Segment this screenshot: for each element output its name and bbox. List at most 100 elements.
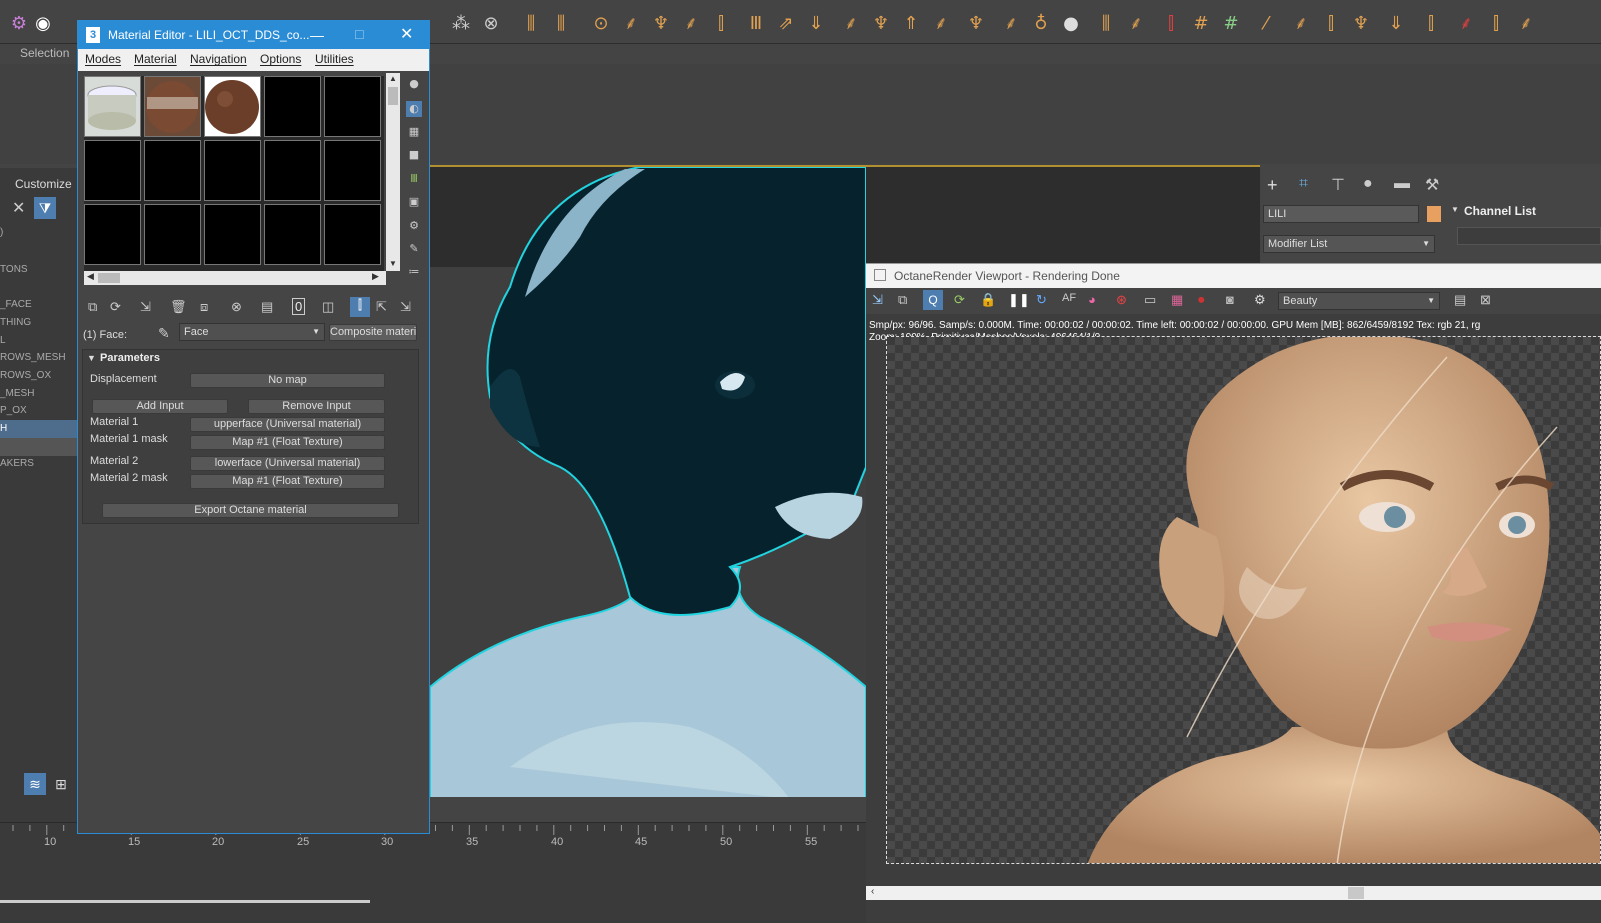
- hair-tool-icon[interactable]: ⸙: [680, 12, 702, 36]
- restart-icon[interactable]: ⟳: [954, 292, 965, 308]
- scroll-left-icon[interactable]: ◀: [87, 271, 94, 282]
- minimize-icon[interactable]: —: [310, 21, 324, 49]
- rollout-title[interactable]: Parameters: [100, 352, 160, 364]
- sample-slot[interactable]: [84, 204, 141, 265]
- sample-slot[interactable]: [324, 140, 381, 201]
- hair-tool-icon[interactable]: ♆: [870, 12, 892, 36]
- material-1-mask-button[interactable]: Map #1 (Float Texture): [190, 435, 385, 450]
- clay-mode-icon[interactable]: ⊛: [1116, 292, 1127, 308]
- object-name-field[interactable]: LILI: [1263, 205, 1419, 223]
- clipboard-icon[interactable]: ⧉: [898, 292, 907, 308]
- background-icon[interactable]: ▦: [406, 124, 422, 140]
- motion-icon[interactable]: ●: [1363, 175, 1373, 193]
- material-name-dropdown[interactable]: Face ▼: [179, 323, 325, 341]
- lock-icon[interactable]: 🔒: [980, 292, 996, 308]
- add-input-button[interactable]: Add Input: [92, 399, 228, 414]
- sample-slot[interactable]: [204, 140, 261, 201]
- sample-slot[interactable]: [144, 204, 201, 265]
- hair-tool-icon[interactable]: ⸙: [1125, 12, 1147, 36]
- hierarchy-tab-icon[interactable]: ⊤: [1331, 175, 1345, 195]
- scroll-thumb[interactable]: [98, 273, 120, 283]
- refresh-icon[interactable]: ↻: [1036, 292, 1047, 308]
- material-2-button[interactable]: lowerface (Universal material): [190, 456, 385, 471]
- menu-navigation[interactable]: Navigation: [190, 52, 247, 66]
- film-icon[interactable]: ▦: [1171, 292, 1183, 308]
- settings-icon[interactable]: ⚙: [1254, 292, 1266, 308]
- hair-tool-icon[interactable]: ♆: [965, 12, 987, 36]
- save-image-icon[interactable]: ⇲: [872, 292, 883, 308]
- backlight-icon[interactable]: ◐: [406, 101, 422, 117]
- pause-icon[interactable]: ❚❚: [1008, 292, 1030, 308]
- list-item[interactable]: AKERS: [0, 455, 78, 473]
- channel-list-box[interactable]: [1457, 227, 1601, 245]
- hair-tool-icon[interactable]: ⸙: [1000, 12, 1022, 36]
- material-2-mask-button[interactable]: Map #1 (Float Texture): [190, 474, 385, 489]
- scroll-left-icon[interactable]: ‹: [871, 886, 874, 897]
- close-icon[interactable]: ✕: [400, 21, 413, 49]
- hair-tool-icon[interactable]: ⫿: [1420, 12, 1442, 36]
- object-color-swatch[interactable]: [1427, 206, 1441, 222]
- export-octane-material-button[interactable]: Export Octane material: [102, 503, 399, 518]
- hair-tool-icon[interactable]: ⫼: [550, 12, 572, 36]
- hair-tool-icon[interactable]: ♆: [1350, 12, 1372, 36]
- list-item[interactable]: [0, 438, 78, 456]
- sample-slot[interactable]: [264, 76, 321, 137]
- hair-tool-icon[interactable]: ⫿: [1485, 12, 1507, 36]
- hierarchy-icon[interactable]: ⊞: [50, 773, 72, 795]
- video-color-check-icon[interactable]: Ⅲ: [406, 171, 422, 187]
- modifier-list-dropdown[interactable]: Modifier List ▼: [1263, 235, 1435, 253]
- filter-icon[interactable]: ⧩: [34, 197, 56, 219]
- selection-label[interactable]: Selection: [20, 46, 69, 60]
- sample-slot[interactable]: [144, 76, 201, 137]
- go-forward-sibling-icon[interactable]: ⇲: [400, 299, 411, 315]
- hair-tool-icon[interactable]: ⊙: [590, 12, 612, 36]
- scroll-down-icon[interactable]: ▼: [389, 259, 397, 268]
- list-item[interactable]: H: [0, 420, 78, 438]
- remove-input-button[interactable]: Remove Input: [248, 399, 385, 414]
- make-unique-icon[interactable]: ⧈: [200, 299, 208, 315]
- hair-tool-icon[interactable]: ⇓: [1385, 12, 1407, 36]
- sample-slot[interactable]: [204, 76, 261, 137]
- snap-icon[interactable]: ⁂: [450, 12, 472, 36]
- hair-tool-icon[interactable]: ⸙: [1515, 12, 1537, 36]
- hair-tool-icon[interactable]: ⫿: [1160, 12, 1182, 36]
- sample-slot[interactable]: [144, 140, 201, 201]
- hair-tool-icon[interactable]: ●: [1060, 12, 1082, 36]
- horizontal-scrollbar[interactable]: ◀ ▶: [84, 271, 386, 285]
- sample-slot[interactable]: [204, 204, 261, 265]
- show-shaded-icon[interactable]: ◫: [322, 299, 334, 315]
- quick-render-icon[interactable]: Q: [923, 290, 943, 310]
- eyedropper-icon[interactable]: ✎: [158, 325, 170, 342]
- list-item[interactable]: ): [0, 224, 78, 242]
- link-icon[interactable]: ⚙: [8, 12, 30, 36]
- modify-icon[interactable]: ⌗: [1299, 175, 1308, 193]
- menu-options[interactable]: Options: [260, 52, 301, 66]
- layers-icon[interactable]: ≋: [24, 773, 46, 795]
- scroll-thumb[interactable]: [388, 87, 398, 105]
- hair-tool-icon[interactable]: #: [1190, 12, 1212, 36]
- record-icon[interactable]: ⏺: [1198, 292, 1205, 308]
- hair-tool-icon[interactable]: Ⅲ: [745, 12, 767, 36]
- list-item[interactable]: ROWS_OX: [0, 367, 78, 385]
- show-end-result-icon[interactable]: ⫿: [350, 297, 370, 317]
- list-item[interactable]: L: [0, 332, 78, 350]
- get-material-icon[interactable]: ⧉: [88, 299, 97, 315]
- angle-snap-icon[interactable]: ⊗: [480, 12, 502, 36]
- list-item[interactable]: P_OX: [0, 402, 78, 420]
- sample-type-icon[interactable]: ●: [406, 76, 422, 92]
- utilities-icon[interactable]: ⚒: [1425, 175, 1439, 195]
- displacement-map-button[interactable]: No map: [190, 373, 385, 388]
- put-to-scene-icon[interactable]: ⟳: [110, 299, 121, 315]
- make-preview-icon[interactable]: ▣: [406, 194, 422, 210]
- sample-slot[interactable]: [84, 76, 141, 137]
- options-icon[interactable]: ⚙: [406, 218, 422, 234]
- horizontal-scrollbar[interactable]: ‹: [866, 886, 1601, 900]
- hair-tool-icon[interactable]: ⸙: [840, 12, 862, 36]
- hair-tool-icon[interactable]: ⇑: [900, 12, 922, 36]
- menu-modes[interactable]: Modes: [85, 52, 121, 66]
- channel-list-title[interactable]: Channel List: [1464, 204, 1536, 218]
- camera-icon[interactable]: ◙: [1226, 292, 1234, 307]
- hair-tool-icon[interactable]: ♁: [1030, 12, 1052, 36]
- uv-tiling-icon[interactable]: ■: [406, 147, 422, 163]
- customize-menu[interactable]: Customize: [15, 177, 72, 191]
